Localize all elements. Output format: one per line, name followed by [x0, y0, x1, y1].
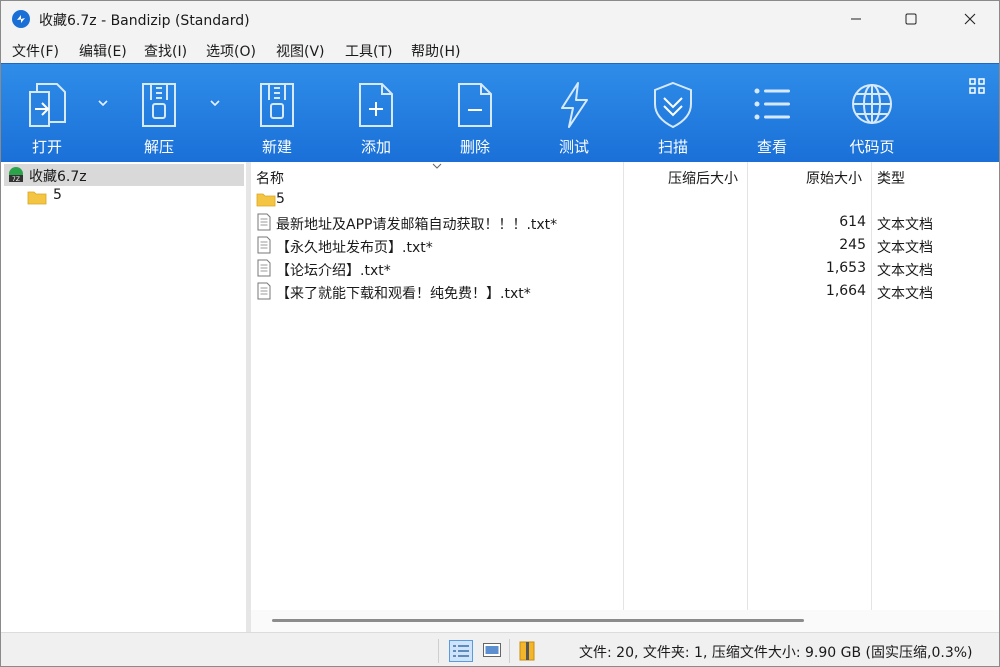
file-size: 1,664: [825, 283, 866, 299]
test-label: 测试: [558, 138, 589, 156]
open-icon: [29, 83, 66, 127]
tree-item-folder[interactable]: 5: [27, 187, 177, 207]
scan-button[interactable]: 扫描: [628, 64, 718, 163]
file-type: 文本文档: [877, 240, 933, 256]
status-bar: 文件: 20, 文件夹: 1, 压缩文件大小: 9.90 GB (固实压缩,0.…: [1, 632, 999, 666]
shield-icon: [654, 81, 692, 129]
text-file-icon: [257, 259, 271, 277]
folder-icon: [256, 193, 276, 207]
preview-view-icon[interactable]: [482, 640, 502, 660]
add-button[interactable]: 添加: [331, 64, 421, 163]
menu-help[interactable]: 帮助(H): [411, 41, 460, 61]
horizontal-scrollbar[interactable]: [251, 610, 999, 632]
file-name: 【来了就能下载和观看！纯免费！】.txt*: [276, 286, 531, 302]
toolbar: 打开 解压 新建 添加 删除 测试 扫描 查看 代码页: [1, 63, 999, 163]
file-name: 最新地址及APP请发邮箱自动获取！！！.txt*: [276, 217, 558, 233]
add-file-icon: [359, 83, 393, 127]
lightning-icon: [561, 82, 588, 128]
details-view-icon[interactable]: [449, 640, 473, 662]
close-button[interactable]: [947, 1, 993, 37]
test-button[interactable]: 测试: [529, 64, 619, 163]
sort-arrow-icon: [432, 163, 442, 169]
tree-root-archive[interactable]: 7Z 收藏6.7z: [4, 164, 244, 186]
scan-label: 扫描: [657, 138, 688, 156]
tree-item-label: 5: [53, 187, 62, 203]
open-dropdown-arrow-icon[interactable]: [97, 98, 109, 108]
view-label: 查看: [756, 138, 787, 156]
menu-file[interactable]: 文件(F): [12, 41, 59, 61]
file-type: 文本文档: [877, 217, 933, 233]
bandizip-window: 收藏6.7z - Bandizip (Standard) 文件(F) 编辑(E)…: [0, 0, 1000, 667]
new-label: 新建: [261, 138, 292, 156]
delete-file-icon: [458, 83, 492, 127]
file-size: 1,653: [825, 260, 866, 276]
view-button[interactable]: 查看: [727, 64, 817, 163]
status-separator: [509, 639, 510, 663]
list-item[interactable]: 【论坛介绍】.txt* 1,653 文本文档: [251, 258, 999, 281]
status-separator: [438, 639, 439, 663]
svg-text:7Z: 7Z: [12, 176, 20, 183]
file-list: 名称 压缩后大小 原始大小 类型 5 最新地址及APP请发邮箱自动获取！！！.t…: [251, 162, 999, 610]
file-name: 【论坛介绍】.txt*: [276, 263, 391, 279]
globe-icon: [852, 84, 892, 124]
menu-options[interactable]: 选项(O): [206, 41, 256, 61]
new-button[interactable]: 新建: [232, 64, 322, 163]
text-file-icon: [257, 213, 271, 231]
new-archive-icon: [260, 83, 294, 127]
text-file-icon: [257, 236, 271, 254]
extract-label: 解压: [143, 138, 174, 156]
bandizip-logo-icon: [12, 10, 30, 28]
extract-button[interactable]: 解压: [114, 64, 204, 163]
window-title: 收藏6.7z - Bandizip (Standard): [39, 13, 250, 29]
title-bar: 收藏6.7z - Bandizip (Standard): [1, 1, 999, 37]
minimize-button[interactable]: [833, 1, 879, 37]
open-button[interactable]: 打开: [2, 64, 92, 163]
archive-box-icon: [519, 641, 535, 661]
file-size: 614: [839, 214, 866, 230]
list-item[interactable]: 5: [251, 189, 999, 212]
list-item[interactable]: 【永久地址发布页】.txt* 245 文本文档: [251, 235, 999, 258]
list-view-icon: [754, 88, 790, 120]
extract-dropdown-arrow-icon[interactable]: [209, 98, 221, 108]
column-header-type[interactable]: 类型: [877, 168, 905, 188]
list-item[interactable]: 最新地址及APP请发邮箱自动获取！！！.txt* 614 文本文档: [251, 212, 999, 235]
codepage-button[interactable]: 代码页: [827, 64, 917, 163]
menu-tools[interactable]: 工具(T): [345, 41, 392, 61]
extract-icon: [142, 83, 176, 127]
maximize-button[interactable]: [888, 1, 934, 37]
file-size: 245: [839, 237, 866, 253]
file-name: 5: [276, 191, 285, 207]
add-label: 添加: [360, 138, 391, 156]
column-header-size[interactable]: 原始大小: [806, 168, 862, 188]
status-text: 文件: 20, 文件夹: 1, 压缩文件大小: 9.90 GB (固实压缩,0.…: [579, 645, 973, 661]
tree-root-label: 收藏6.7z: [29, 169, 87, 185]
file-type: 文本文档: [877, 286, 933, 302]
text-file-icon: [257, 282, 271, 300]
7z-archive-icon: 7Z: [9, 167, 23, 183]
folder-icon: [27, 191, 47, 205]
menu-view[interactable]: 视图(V): [276, 41, 325, 61]
file-type: 文本文档: [877, 263, 933, 279]
menu-bar: 文件(F) 编辑(E) 查找(I) 选项(O) 视图(V) 工具(T) 帮助(H…: [1, 37, 999, 63]
column-header-name[interactable]: 名称: [256, 168, 284, 188]
column-header-packed[interactable]: 压缩后大小: [668, 168, 738, 188]
folder-tree: 7Z 收藏6.7z 5: [1, 162, 246, 632]
delete-label: 删除: [459, 138, 490, 156]
open-label: 打开: [31, 138, 62, 156]
codepage-label: 代码页: [849, 138, 895, 156]
list-item[interactable]: 【来了就能下载和观看！纯免费！】.txt* 1,664 文本文档: [251, 281, 999, 304]
menu-find[interactable]: 查找(I): [144, 41, 187, 61]
delete-button[interactable]: 删除: [430, 64, 520, 163]
file-name: 【永久地址发布页】.txt*: [276, 240, 433, 256]
layout-grid-icon[interactable]: [968, 77, 986, 95]
scrollbar-thumb[interactable]: [272, 619, 804, 622]
menu-edit[interactable]: 编辑(E): [79, 41, 127, 61]
